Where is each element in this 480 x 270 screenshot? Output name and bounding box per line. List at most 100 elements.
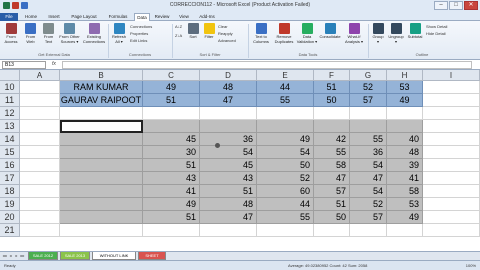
close-button[interactable]: ✕ xyxy=(464,1,478,10)
block-value-cell[interactable]: 53 xyxy=(387,198,423,211)
cell[interactable] xyxy=(20,120,60,133)
connections-button[interactable]: Existing Connections xyxy=(82,23,106,44)
block-value-cell[interactable]: 36 xyxy=(350,146,387,159)
table-value-cell[interactable]: 48 xyxy=(200,81,257,94)
row-header-21[interactable]: 21 xyxy=(0,224,20,237)
block-value-cell[interactable]: 47 xyxy=(314,172,350,185)
cell[interactable] xyxy=(423,172,480,185)
table-name-cell[interactable]: GAURAV RAIPOOT xyxy=(60,94,143,107)
what-if-button[interactable]: What-If Analysis ▾ xyxy=(342,23,366,44)
table-value-cell[interactable]: 44 xyxy=(257,81,314,94)
cell[interactable] xyxy=(423,146,480,159)
block-value-cell[interactable]: 51 xyxy=(200,185,257,198)
selected-cell[interactable] xyxy=(314,120,350,133)
block-value-cell[interactable]: 50 xyxy=(314,211,350,224)
column-header-D[interactable]: D xyxy=(200,70,257,81)
sheet-tab-without-link[interactable]: WITHOUT LINK xyxy=(92,252,136,260)
tab-file[interactable]: File xyxy=(0,13,18,21)
sort-ascending-button[interactable]: A↓Z xyxy=(175,24,182,29)
cell[interactable] xyxy=(20,198,60,211)
formula-input[interactable] xyxy=(62,61,472,69)
filter-reapply-button[interactable]: Reapply xyxy=(218,31,233,36)
block-value-cell[interactable]: 30 xyxy=(143,146,200,159)
selected-cell[interactable] xyxy=(387,120,423,133)
selected-cell[interactable] xyxy=(143,120,200,133)
connections-item-2[interactable]: Edit Links xyxy=(130,38,147,43)
selected-cell[interactable] xyxy=(257,120,314,133)
selected-cell[interactable] xyxy=(60,211,143,224)
filter-button[interactable]: Filter xyxy=(202,23,216,40)
cell[interactable] xyxy=(20,224,60,237)
table-name-cell[interactable]: RAM KUMAR xyxy=(60,81,143,94)
column-header-F[interactable]: F xyxy=(314,70,350,81)
selected-cell[interactable] xyxy=(60,172,143,185)
cell[interactable] xyxy=(350,224,387,237)
table-value-cell[interactable]: 47 xyxy=(200,94,257,107)
cell[interactable] xyxy=(20,185,60,198)
cell[interactable] xyxy=(423,120,480,133)
sheet-tab-sale-2013[interactable]: SALE 2013 xyxy=(60,252,90,260)
column-header-A[interactable]: A xyxy=(20,70,60,81)
block-value-cell[interactable]: 36 xyxy=(200,133,257,146)
name-box[interactable]: B13 xyxy=(2,61,46,69)
sheet-nav-button[interactable]: ▸▸ xyxy=(20,253,25,259)
row-header-10[interactable]: 10 xyxy=(0,81,20,94)
tab-view[interactable]: View xyxy=(174,13,194,21)
connections-item-1[interactable]: Properties xyxy=(130,31,148,36)
block-value-cell[interactable]: 58 xyxy=(314,159,350,172)
row-header-15[interactable]: 15 xyxy=(0,146,20,159)
tab-page-layout[interactable]: Page Layout xyxy=(66,13,102,21)
block-value-cell[interactable]: 45 xyxy=(143,133,200,146)
zoom-level[interactable]: 100% xyxy=(466,261,476,270)
cell[interactable] xyxy=(423,133,480,146)
table-value-cell[interactable]: 49 xyxy=(387,94,423,107)
block-value-cell[interactable]: 48 xyxy=(387,146,423,159)
block-value-cell[interactable]: 43 xyxy=(143,172,200,185)
block-value-cell[interactable]: 45 xyxy=(200,159,257,172)
block-value-cell[interactable]: 43 xyxy=(200,172,257,185)
cell[interactable] xyxy=(423,107,480,120)
row-header-13[interactable]: 13 xyxy=(0,120,20,133)
block-value-cell[interactable]: 50 xyxy=(257,159,314,172)
cell[interactable] xyxy=(423,198,480,211)
row-header-20[interactable]: 20 xyxy=(0,211,20,224)
cell[interactable] xyxy=(200,224,257,237)
tab-insert[interactable]: Insert xyxy=(44,13,64,21)
cell[interactable] xyxy=(423,159,480,172)
fx-icon[interactable]: fx xyxy=(52,61,56,67)
block-value-cell[interactable]: 54 xyxy=(350,159,387,172)
table-value-cell[interactable]: 51 xyxy=(314,81,350,94)
block-value-cell[interactable]: 58 xyxy=(387,185,423,198)
block-value-cell[interactable]: 39 xyxy=(387,159,423,172)
cell[interactable] xyxy=(423,224,480,237)
sheet-tab-sale-2012[interactable]: SALE 2012 xyxy=(28,252,58,260)
selected-cell[interactable] xyxy=(60,198,143,211)
maximize-button[interactable]: □ xyxy=(449,1,463,10)
text-to-columns-button[interactable]: Text to Columns xyxy=(250,23,272,44)
table-value-cell[interactable]: 55 xyxy=(257,94,314,107)
connections-item-0[interactable]: Connections xyxy=(130,24,152,29)
block-value-cell[interactable]: 57 xyxy=(314,185,350,198)
subtotal-button[interactable]: Subtotal xyxy=(406,23,424,40)
minimize-button[interactable]: – xyxy=(434,1,448,10)
table-value-cell[interactable]: 57 xyxy=(350,94,387,107)
cell[interactable] xyxy=(20,107,60,120)
cell[interactable] xyxy=(257,107,314,120)
cell[interactable] xyxy=(20,133,60,146)
cell[interactable] xyxy=(20,211,60,224)
cell[interactable] xyxy=(314,224,350,237)
table-value-cell[interactable]: 53 xyxy=(387,81,423,94)
filter-advanced-button[interactable]: Advanced xyxy=(218,38,236,43)
row-header-12[interactable]: 12 xyxy=(0,107,20,120)
tab-home[interactable]: Home xyxy=(20,13,42,21)
access-button[interactable]: From Access xyxy=(2,23,20,44)
cell[interactable] xyxy=(423,185,480,198)
table-value-cell[interactable]: 50 xyxy=(314,94,350,107)
column-header-H[interactable]: H xyxy=(387,70,423,81)
cell[interactable] xyxy=(20,94,60,107)
block-value-cell[interactable]: 52 xyxy=(350,198,387,211)
remove-duplicates-button[interactable]: Remove Duplicates xyxy=(272,23,296,44)
cell[interactable] xyxy=(423,94,480,107)
block-value-cell[interactable]: 54 xyxy=(200,146,257,159)
block-value-cell[interactable]: 55 xyxy=(257,211,314,224)
